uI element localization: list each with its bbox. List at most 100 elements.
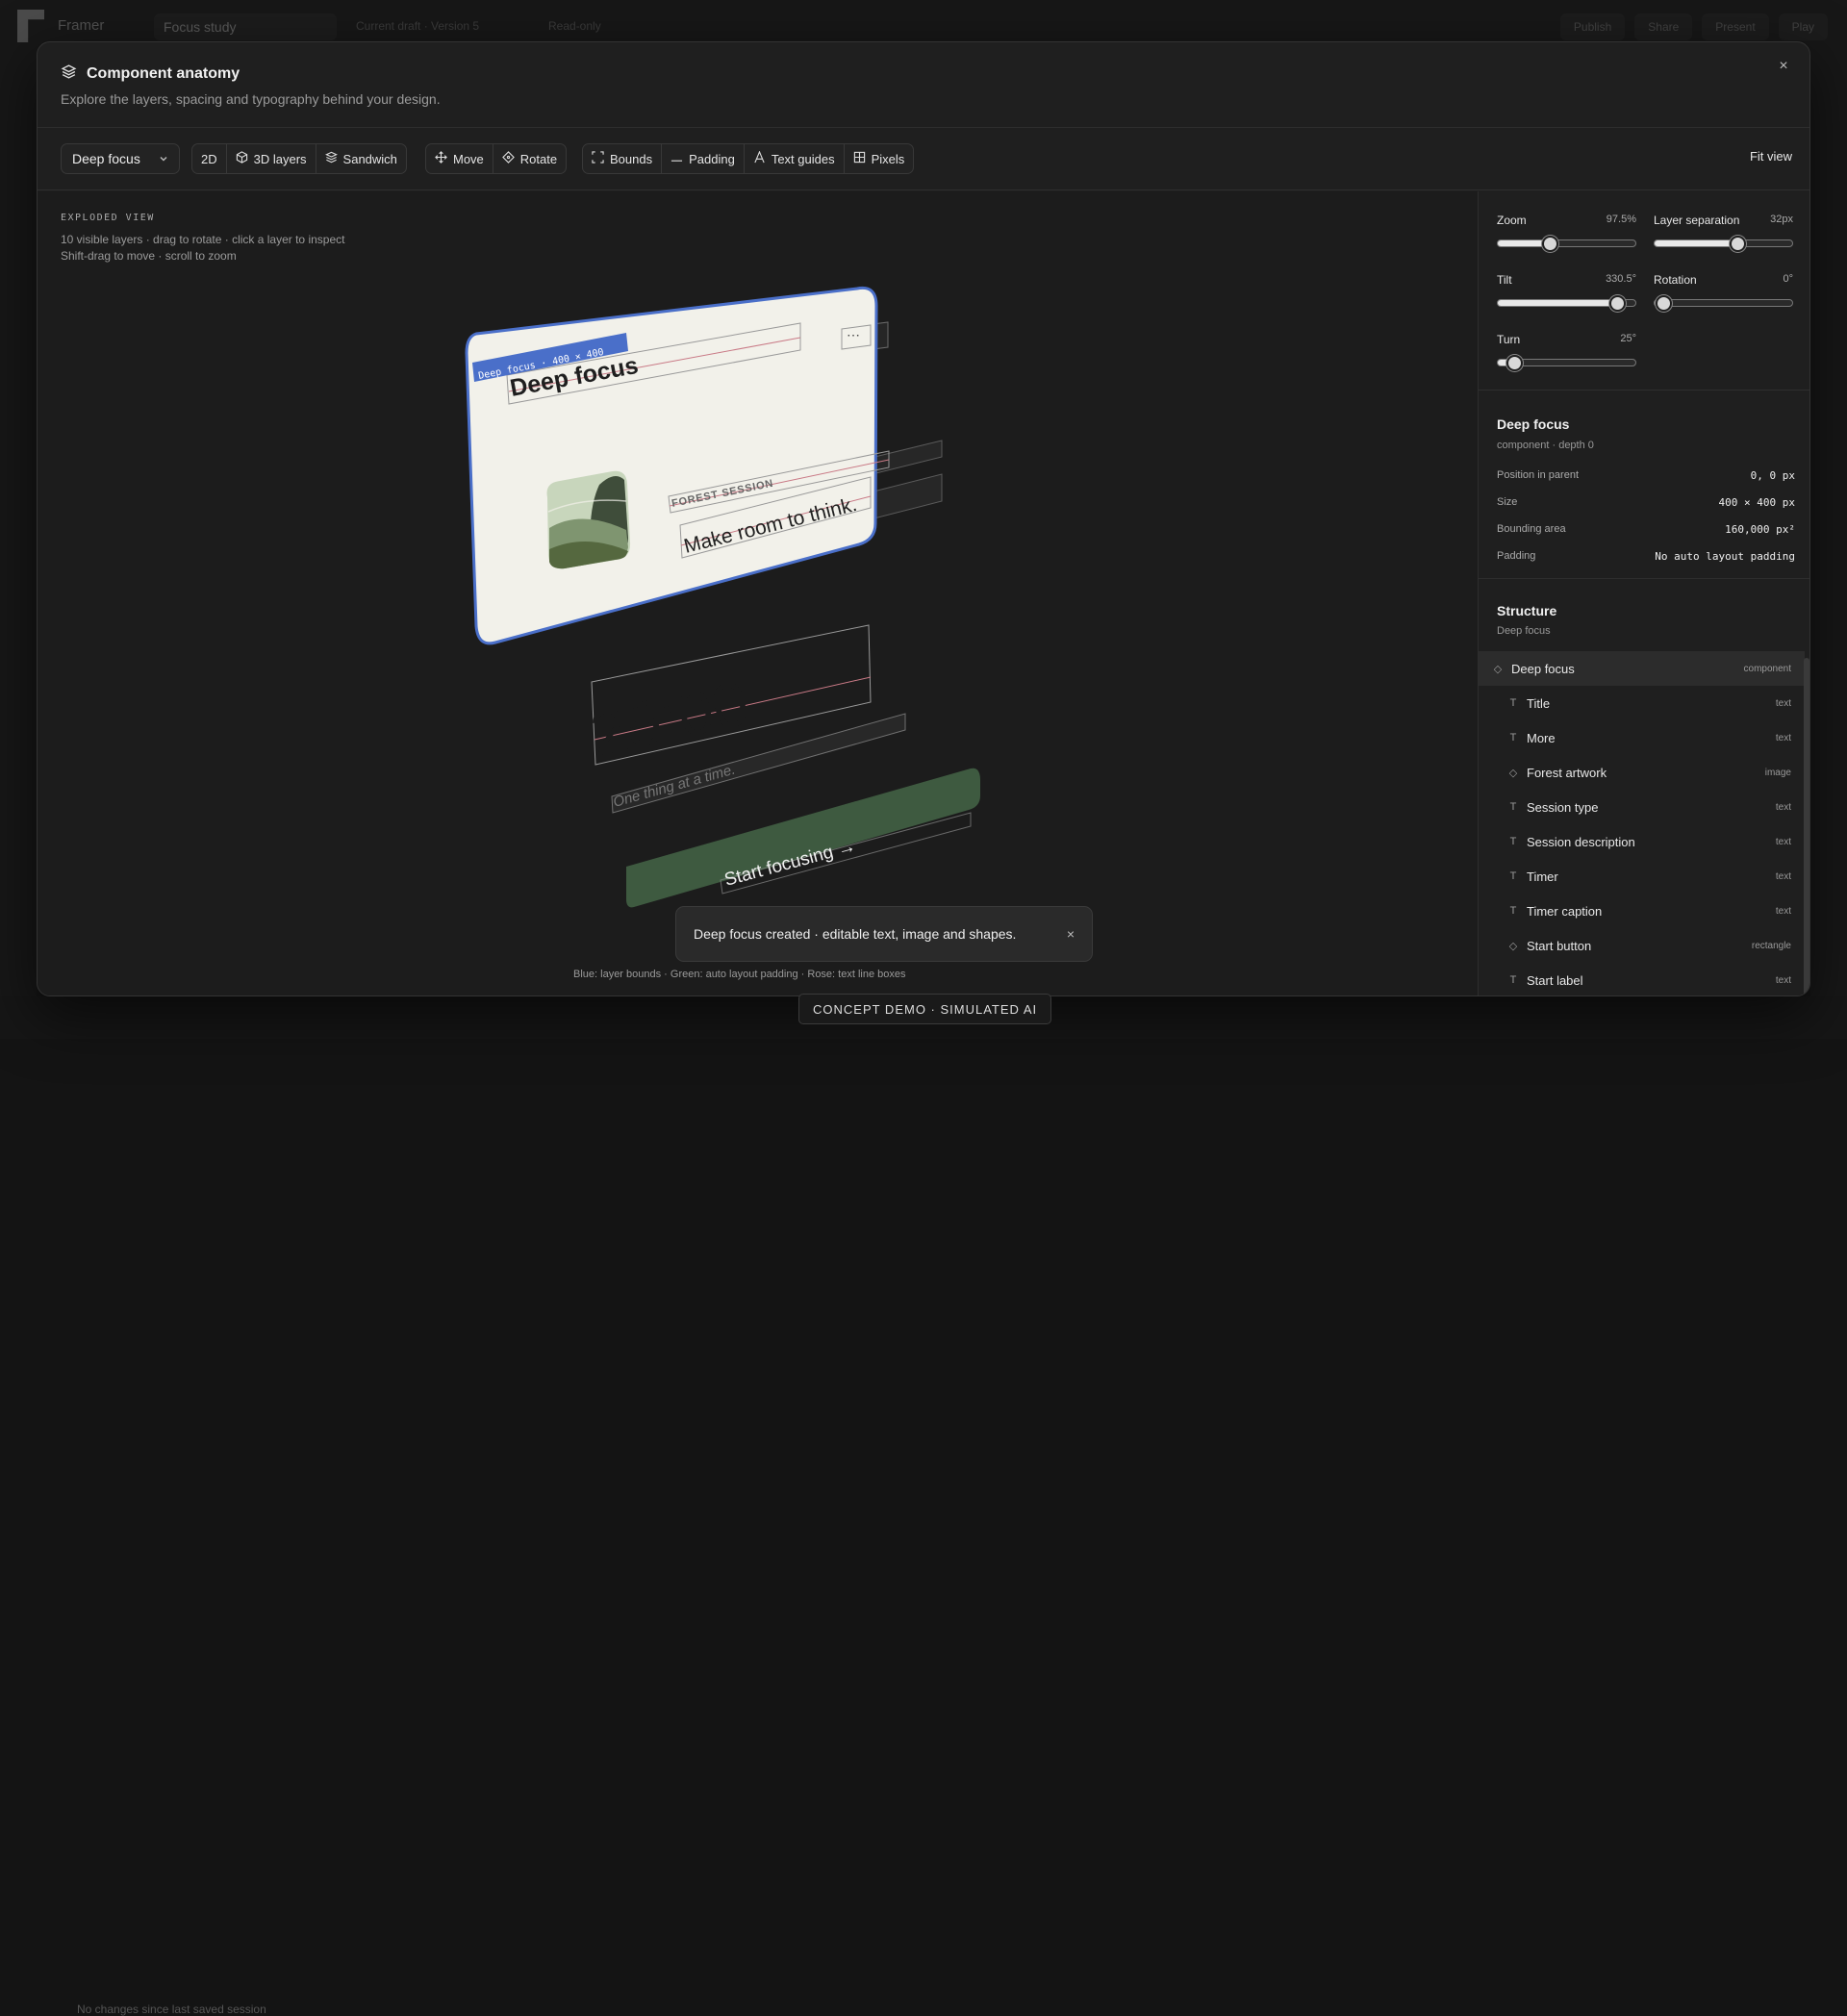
slider-track[interactable]	[1654, 295, 1793, 312]
move-tool-button[interactable]: Move	[426, 144, 493, 173]
tree-item-title[interactable]: T Title text	[1479, 686, 1805, 720]
tree-item-label: More	[1527, 730, 1556, 745]
slider-track[interactable]	[1654, 236, 1793, 252]
dialog-title: Component anatomy	[87, 65, 240, 82]
tree-item-type: text	[1775, 870, 1791, 882]
zoom-value: 97.5%	[1606, 214, 1636, 225]
rotation-slider[interactable]: Rotation 0°	[1654, 273, 1793, 312]
slider-thumb[interactable]	[1729, 236, 1746, 252]
tree-item-label: Title	[1527, 695, 1551, 711]
tree-item-type: component	[1743, 663, 1791, 674]
forest-artwork-image[interactable]	[546, 470, 631, 569]
layer-stack-visual[interactable]: Start focusing → One thing at a time. De…	[38, 191, 1478, 996]
timer-text[interactable]: 25:00	[585, 667, 755, 769]
tree-item-start-label[interactable]: T Start label text	[1479, 963, 1805, 995]
layer-inspector: Deep focus component · depth 0 Position …	[1479, 391, 1809, 579]
stack-icon	[324, 151, 338, 166]
view-3d-layers-button[interactable]: 3D layers	[227, 144, 316, 173]
exploded-view-canvas[interactable]: EXPLODED VIEW 10 visible layers · drag t…	[38, 191, 1478, 996]
layer-separation-label: Layer separation	[1654, 214, 1740, 227]
timer-caption-text[interactable]: One thing at a time.	[612, 761, 738, 810]
slider-track[interactable]	[1497, 295, 1636, 312]
background-chip: Share	[1634, 13, 1693, 40]
tree-item-label: Deep focus	[1511, 661, 1575, 676]
text-layer-icon: T	[1509, 697, 1517, 709]
view-sandwich-button[interactable]: Sandwich	[316, 144, 406, 173]
tree-item-session-description[interactable]: T Session description text	[1479, 824, 1805, 859]
fit-view-button[interactable]: Fit view	[1750, 149, 1792, 164]
property-row: Padding No auto layout padding	[1497, 550, 1795, 563]
tilt-value: 330.5°	[1606, 273, 1636, 285]
padding-toggle[interactable]: Padding	[662, 144, 745, 173]
background-crumb: Current draft · Version 5	[356, 19, 480, 33]
turn-slider[interactable]: Turn 25°	[1497, 333, 1636, 371]
tilt-slider[interactable]: Tilt 330.5°	[1497, 273, 1636, 312]
component-select[interactable]: Deep focus	[61, 143, 180, 174]
property-value: 400 × 400 px	[1718, 496, 1795, 509]
tree-item-timer[interactable]: T Timer text	[1479, 859, 1805, 894]
tree-item-start-button[interactable]: ◇ Start button rectangle	[1479, 928, 1805, 963]
slider-fill	[1655, 240, 1737, 246]
anatomy-toolbar: Deep focus 2D 3D layers Sandwich Move Ro…	[38, 128, 1809, 190]
view-mode-group: 2D 3D layers Sandwich	[191, 143, 407, 174]
background-app-name: Framer	[58, 17, 105, 34]
property-key: Padding	[1497, 550, 1536, 562]
rotate-icon	[501, 151, 515, 166]
property-row: Position in parent 0, 0 px	[1497, 469, 1795, 482]
slider-thumb[interactable]	[1655, 295, 1672, 312]
text-layer-icon: T	[1509, 801, 1517, 813]
component-icon: ◇	[1493, 663, 1503, 675]
tree-item-forest-artwork[interactable]: ◇ Forest artwork image	[1479, 755, 1805, 790]
view-controls: Zoom 97.5% Layer separation 32px Tilt 330.5…	[1479, 191, 1809, 391]
inspected-layer-meta: component · depth 0	[1497, 440, 1594, 451]
shape-layer-icon: ◇	[1508, 940, 1518, 952]
tree-item-more[interactable]: T More text	[1479, 720, 1805, 755]
rotate-tool-button[interactable]: Rotate	[493, 144, 566, 173]
bounds-toggle[interactable]: Bounds	[583, 144, 663, 173]
layer-separation-slider[interactable]: Layer separation 32px	[1654, 214, 1793, 252]
tree-item-session-type[interactable]: T Session type text	[1479, 790, 1805, 824]
slider-thumb[interactable]	[1542, 236, 1559, 252]
close-button[interactable]: ×	[1771, 54, 1796, 79]
move-icon	[435, 151, 447, 166]
slider-thumb[interactable]	[1506, 355, 1524, 371]
pixels-toggle[interactable]: Pixels	[845, 144, 914, 173]
cube-icon	[236, 151, 248, 166]
bounds-label: Bounds	[610, 151, 653, 166]
property-value: 160,000 px²	[1725, 523, 1795, 536]
more-text[interactable]: ⋯	[847, 327, 860, 342]
slider-fill	[1498, 300, 1618, 306]
tree-item-label: Forest artwork	[1527, 765, 1607, 780]
zoom-slider[interactable]: Zoom 97.5%	[1497, 214, 1636, 252]
tree-item-deep-focus[interactable]: ◇ Deep focus component	[1479, 651, 1805, 686]
app-logo-icon	[17, 10, 44, 42]
property-value: No auto layout padding	[1655, 550, 1795, 563]
text-guides-toggle[interactable]: Text guides	[745, 144, 845, 173]
text-layer-icon: T	[1509, 870, 1517, 882]
slider-thumb[interactable]	[1609, 295, 1627, 312]
tree-item-timer-caption[interactable]: T Timer caption text	[1479, 894, 1805, 928]
padding-label: Padding	[689, 151, 735, 166]
toast-close-button[interactable]: ×	[1067, 926, 1075, 942]
tree-item-type: image	[1764, 767, 1791, 778]
tree-item-type: text	[1775, 801, 1791, 813]
tree-item-label: Timer caption	[1527, 903, 1603, 919]
background-actions: Publish Share Present Play	[1559, 13, 1828, 40]
property-key: Bounding area	[1497, 523, 1566, 535]
overlay-legend: Blue: layer bounds · Green: auto layout …	[573, 969, 906, 980]
slider-track[interactable]	[1497, 355, 1636, 371]
tree-item-type: text	[1775, 905, 1791, 917]
slider-track[interactable]	[1497, 236, 1636, 252]
view-2d-button[interactable]: 2D	[192, 144, 227, 173]
turn-label: Turn	[1497, 333, 1521, 346]
creation-toast: Deep focus created · editable text, imag…	[675, 906, 1093, 962]
dialog-subtitle: Explore the layers, spacing and typograp…	[61, 91, 441, 107]
structure-scrollbar[interactable]	[1804, 658, 1809, 995]
zoom-label: Zoom	[1497, 214, 1527, 227]
toast-message: Deep focus created · editable text, imag…	[694, 926, 1017, 942]
card-surface[interactable]	[465, 286, 878, 645]
view-2d-label: 2D	[201, 151, 217, 166]
bounds-icon	[592, 151, 604, 166]
inspected-layer-name: Deep focus	[1497, 416, 1570, 432]
structure-subtitle: Deep focus	[1497, 625, 1551, 637]
